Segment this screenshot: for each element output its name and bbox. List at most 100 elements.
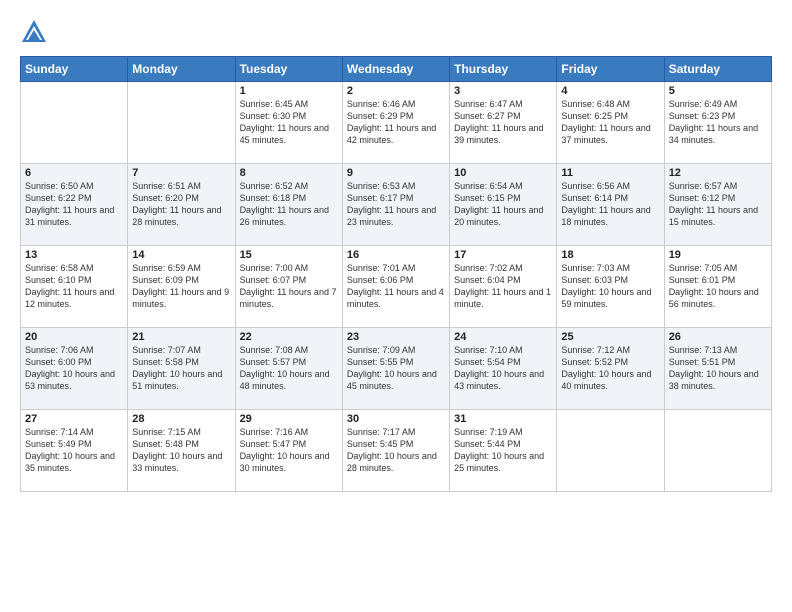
day-number: 26 xyxy=(669,331,767,343)
day-number: 2 xyxy=(347,85,445,97)
calendar-cell: 1Sunrise: 6:45 AM Sunset: 6:30 PM Daylig… xyxy=(235,82,342,164)
day-number: 24 xyxy=(454,331,552,343)
day-number: 30 xyxy=(347,413,445,425)
header-cell-saturday: Saturday xyxy=(664,57,771,82)
day-number: 28 xyxy=(132,413,230,425)
week-row: 13Sunrise: 6:58 AM Sunset: 6:10 PM Dayli… xyxy=(21,246,772,328)
calendar-cell: 6Sunrise: 6:50 AM Sunset: 6:22 PM Daylig… xyxy=(21,164,128,246)
calendar-cell: 22Sunrise: 7:08 AM Sunset: 5:57 PM Dayli… xyxy=(235,328,342,410)
calendar-cell: 31Sunrise: 7:19 AM Sunset: 5:44 PM Dayli… xyxy=(450,410,557,492)
header-row: SundayMondayTuesdayWednesdayThursdayFrid… xyxy=(21,57,772,82)
day-info: Sunrise: 6:50 AM Sunset: 6:22 PM Dayligh… xyxy=(25,180,123,229)
day-number: 31 xyxy=(454,413,552,425)
calendar-cell xyxy=(664,410,771,492)
day-info: Sunrise: 7:03 AM Sunset: 6:03 PM Dayligh… xyxy=(561,262,659,311)
day-number: 15 xyxy=(240,249,338,261)
day-info: Sunrise: 7:10 AM Sunset: 5:54 PM Dayligh… xyxy=(454,344,552,393)
header-cell-thursday: Thursday xyxy=(450,57,557,82)
calendar-cell: 11Sunrise: 6:56 AM Sunset: 6:14 PM Dayli… xyxy=(557,164,664,246)
day-info: Sunrise: 7:09 AM Sunset: 5:55 PM Dayligh… xyxy=(347,344,445,393)
day-info: Sunrise: 6:48 AM Sunset: 6:25 PM Dayligh… xyxy=(561,98,659,147)
day-number: 14 xyxy=(132,249,230,261)
calendar-table: SundayMondayTuesdayWednesdayThursdayFrid… xyxy=(20,56,772,492)
calendar-cell: 17Sunrise: 7:02 AM Sunset: 6:04 PM Dayli… xyxy=(450,246,557,328)
day-info: Sunrise: 7:14 AM Sunset: 5:49 PM Dayligh… xyxy=(25,426,123,475)
calendar-cell: 20Sunrise: 7:06 AM Sunset: 6:00 PM Dayli… xyxy=(21,328,128,410)
day-info: Sunrise: 6:52 AM Sunset: 6:18 PM Dayligh… xyxy=(240,180,338,229)
calendar-cell: 30Sunrise: 7:17 AM Sunset: 5:45 PM Dayli… xyxy=(342,410,449,492)
day-number: 12 xyxy=(669,167,767,179)
week-row: 20Sunrise: 7:06 AM Sunset: 6:00 PM Dayli… xyxy=(21,328,772,410)
day-number: 7 xyxy=(132,167,230,179)
day-number: 13 xyxy=(25,249,123,261)
page: SundayMondayTuesdayWednesdayThursdayFrid… xyxy=(0,0,792,502)
calendar-cell: 7Sunrise: 6:51 AM Sunset: 6:20 PM Daylig… xyxy=(128,164,235,246)
day-info: Sunrise: 6:45 AM Sunset: 6:30 PM Dayligh… xyxy=(240,98,338,147)
day-number: 11 xyxy=(561,167,659,179)
day-number: 23 xyxy=(347,331,445,343)
day-number: 6 xyxy=(25,167,123,179)
calendar-cell: 16Sunrise: 7:01 AM Sunset: 6:06 PM Dayli… xyxy=(342,246,449,328)
day-info: Sunrise: 6:54 AM Sunset: 6:15 PM Dayligh… xyxy=(454,180,552,229)
day-number: 4 xyxy=(561,85,659,97)
day-info: Sunrise: 7:15 AM Sunset: 5:48 PM Dayligh… xyxy=(132,426,230,475)
calendar-cell: 26Sunrise: 7:13 AM Sunset: 5:51 PM Dayli… xyxy=(664,328,771,410)
day-info: Sunrise: 7:01 AM Sunset: 6:06 PM Dayligh… xyxy=(347,262,445,311)
header-cell-sunday: Sunday xyxy=(21,57,128,82)
calendar-cell: 14Sunrise: 6:59 AM Sunset: 6:09 PM Dayli… xyxy=(128,246,235,328)
day-info: Sunrise: 6:46 AM Sunset: 6:29 PM Dayligh… xyxy=(347,98,445,147)
day-info: Sunrise: 6:51 AM Sunset: 6:20 PM Dayligh… xyxy=(132,180,230,229)
day-info: Sunrise: 6:49 AM Sunset: 6:23 PM Dayligh… xyxy=(669,98,767,147)
calendar-cell xyxy=(21,82,128,164)
day-info: Sunrise: 7:08 AM Sunset: 5:57 PM Dayligh… xyxy=(240,344,338,393)
day-info: Sunrise: 7:02 AM Sunset: 6:04 PM Dayligh… xyxy=(454,262,552,311)
day-number: 27 xyxy=(25,413,123,425)
day-number: 22 xyxy=(240,331,338,343)
calendar-header: SundayMondayTuesdayWednesdayThursdayFrid… xyxy=(21,57,772,82)
calendar-cell: 21Sunrise: 7:07 AM Sunset: 5:58 PM Dayli… xyxy=(128,328,235,410)
calendar-cell: 19Sunrise: 7:05 AM Sunset: 6:01 PM Dayli… xyxy=(664,246,771,328)
calendar-cell: 28Sunrise: 7:15 AM Sunset: 5:48 PM Dayli… xyxy=(128,410,235,492)
day-info: Sunrise: 7:12 AM Sunset: 5:52 PM Dayligh… xyxy=(561,344,659,393)
day-info: Sunrise: 6:53 AM Sunset: 6:17 PM Dayligh… xyxy=(347,180,445,229)
day-info: Sunrise: 7:06 AM Sunset: 6:00 PM Dayligh… xyxy=(25,344,123,393)
calendar-cell: 29Sunrise: 7:16 AM Sunset: 5:47 PM Dayli… xyxy=(235,410,342,492)
calendar-cell: 8Sunrise: 6:52 AM Sunset: 6:18 PM Daylig… xyxy=(235,164,342,246)
week-row: 6Sunrise: 6:50 AM Sunset: 6:22 PM Daylig… xyxy=(21,164,772,246)
calendar-cell: 25Sunrise: 7:12 AM Sunset: 5:52 PM Dayli… xyxy=(557,328,664,410)
day-info: Sunrise: 7:17 AM Sunset: 5:45 PM Dayligh… xyxy=(347,426,445,475)
week-row: 1Sunrise: 6:45 AM Sunset: 6:30 PM Daylig… xyxy=(21,82,772,164)
calendar-cell: 9Sunrise: 6:53 AM Sunset: 6:17 PM Daylig… xyxy=(342,164,449,246)
header-cell-wednesday: Wednesday xyxy=(342,57,449,82)
day-info: Sunrise: 7:19 AM Sunset: 5:44 PM Dayligh… xyxy=(454,426,552,475)
calendar-cell: 5Sunrise: 6:49 AM Sunset: 6:23 PM Daylig… xyxy=(664,82,771,164)
logo xyxy=(20,18,52,46)
day-info: Sunrise: 6:57 AM Sunset: 6:12 PM Dayligh… xyxy=(669,180,767,229)
day-number: 9 xyxy=(347,167,445,179)
day-number: 17 xyxy=(454,249,552,261)
header-cell-tuesday: Tuesday xyxy=(235,57,342,82)
day-number: 18 xyxy=(561,249,659,261)
day-info: Sunrise: 7:13 AM Sunset: 5:51 PM Dayligh… xyxy=(669,344,767,393)
day-number: 19 xyxy=(669,249,767,261)
day-info: Sunrise: 7:05 AM Sunset: 6:01 PM Dayligh… xyxy=(669,262,767,311)
calendar-cell: 13Sunrise: 6:58 AM Sunset: 6:10 PM Dayli… xyxy=(21,246,128,328)
day-number: 25 xyxy=(561,331,659,343)
calendar-cell: 27Sunrise: 7:14 AM Sunset: 5:49 PM Dayli… xyxy=(21,410,128,492)
calendar-cell xyxy=(128,82,235,164)
day-info: Sunrise: 6:58 AM Sunset: 6:10 PM Dayligh… xyxy=(25,262,123,311)
calendar-cell: 3Sunrise: 6:47 AM Sunset: 6:27 PM Daylig… xyxy=(450,82,557,164)
calendar-cell: 18Sunrise: 7:03 AM Sunset: 6:03 PM Dayli… xyxy=(557,246,664,328)
calendar-cell: 15Sunrise: 7:00 AM Sunset: 6:07 PM Dayli… xyxy=(235,246,342,328)
day-number: 10 xyxy=(454,167,552,179)
calendar-cell xyxy=(557,410,664,492)
day-info: Sunrise: 7:07 AM Sunset: 5:58 PM Dayligh… xyxy=(132,344,230,393)
week-row: 27Sunrise: 7:14 AM Sunset: 5:49 PM Dayli… xyxy=(21,410,772,492)
calendar-body: 1Sunrise: 6:45 AM Sunset: 6:30 PM Daylig… xyxy=(21,82,772,492)
day-number: 3 xyxy=(454,85,552,97)
calendar-cell: 24Sunrise: 7:10 AM Sunset: 5:54 PM Dayli… xyxy=(450,328,557,410)
day-number: 16 xyxy=(347,249,445,261)
day-info: Sunrise: 7:00 AM Sunset: 6:07 PM Dayligh… xyxy=(240,262,338,311)
day-info: Sunrise: 6:47 AM Sunset: 6:27 PM Dayligh… xyxy=(454,98,552,147)
day-number: 21 xyxy=(132,331,230,343)
